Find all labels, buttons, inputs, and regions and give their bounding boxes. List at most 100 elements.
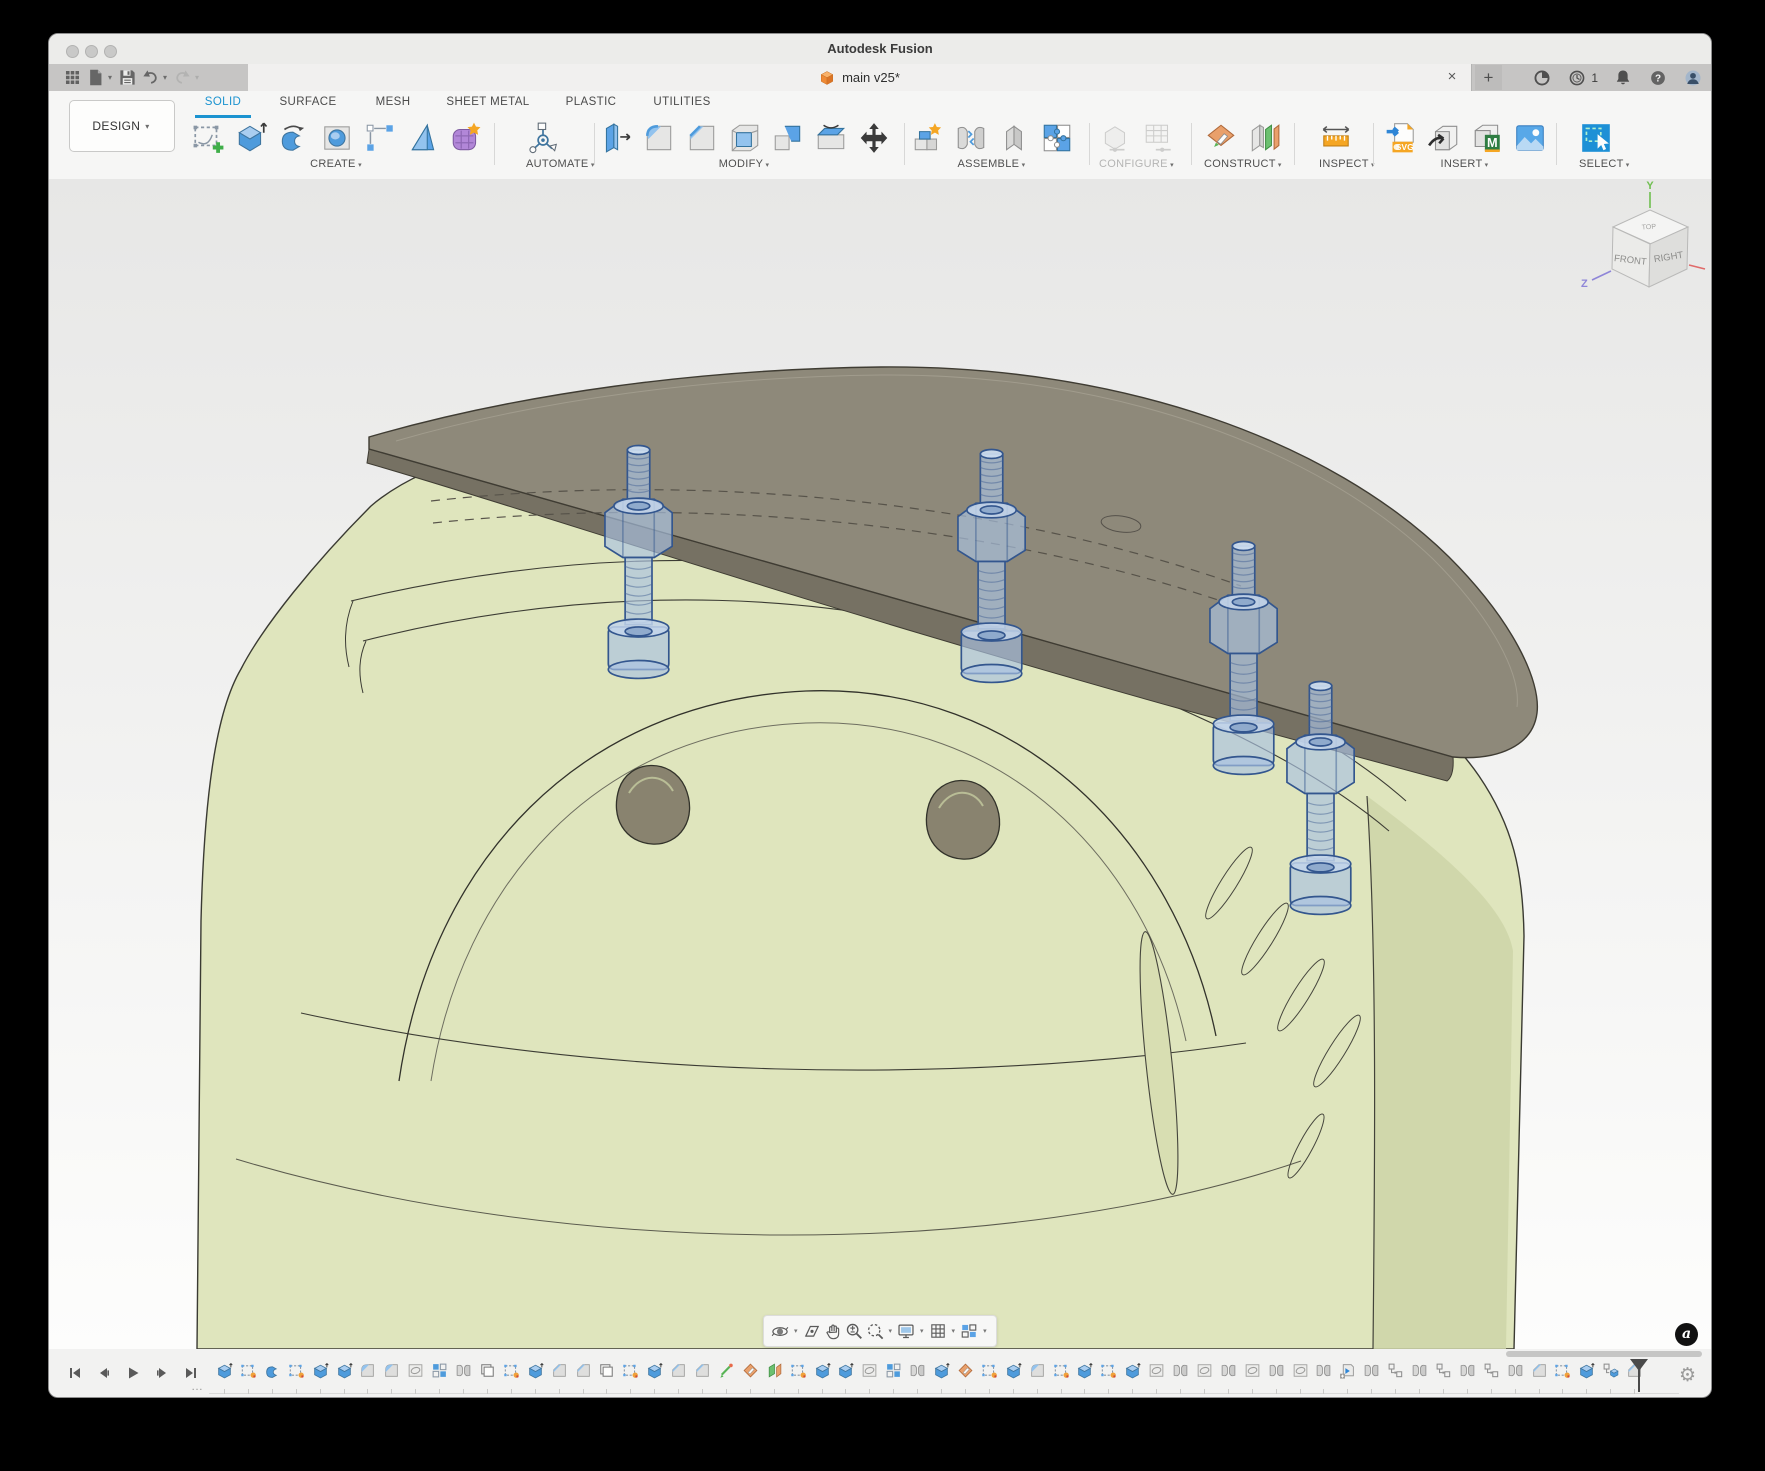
timeline-feature-extrude[interactable]	[1005, 1362, 1022, 1379]
split-body-icon[interactable]	[814, 121, 848, 155]
hole-icon[interactable]	[320, 121, 354, 155]
timeline-feature-joint[interactable]	[1315, 1362, 1332, 1379]
viewport-3d[interactable]: Y X Z TOP FRONT RIGHT ▾▾▾▾▾ a	[49, 179, 1712, 1349]
extrude-icon[interactable]	[234, 121, 268, 155]
timeline-feature-oval[interactable]	[1244, 1362, 1261, 1379]
go-to-start-button[interactable]	[67, 1365, 83, 1381]
timeline-feature-sketch[interactable]	[503, 1362, 520, 1379]
group-label-modify[interactable]: MODIFY ▾	[599, 158, 891, 170]
timeline-feature-copy[interactable]	[1435, 1362, 1452, 1379]
timeline-feature-joint[interactable]	[1268, 1362, 1285, 1379]
timeline-feature-extrude[interactable]	[1578, 1362, 1595, 1379]
automate-icon[interactable]	[526, 121, 560, 155]
timeline-feature-plane-green[interactable]	[766, 1362, 783, 1379]
chevron-down-icon[interactable]: ▾	[108, 73, 112, 82]
timeline-feature-oval[interactable]	[1196, 1362, 1213, 1379]
file-new-icon[interactable]	[86, 68, 105, 87]
timeline-feature-extrude[interactable]	[216, 1362, 233, 1379]
pan-icon[interactable]	[824, 1322, 842, 1340]
group-label-create[interactable]: CREATE ▾	[191, 158, 483, 170]
insert-svg-icon[interactable]	[1384, 121, 1418, 155]
group-label-construct[interactable]: CONSTRUCT ▾	[1204, 158, 1284, 170]
timeline-feature-pattern[interactable]	[885, 1362, 902, 1379]
timeline-feature-extrude[interactable]	[312, 1362, 329, 1379]
timeline-feature-extrude[interactable]	[646, 1362, 663, 1379]
ribbon-tab-solid[interactable]: SOLID	[205, 96, 242, 108]
timeline-feature-plane-orange[interactable]	[742, 1362, 759, 1379]
orbit-icon[interactable]	[771, 1322, 789, 1340]
press-pull-icon[interactable]	[599, 121, 633, 155]
assistant-button[interactable]: a	[1675, 1323, 1698, 1346]
timeline-feature-joint[interactable]	[1220, 1362, 1237, 1379]
revolve-icon[interactable]	[277, 121, 311, 155]
timeline-feature-chamfer[interactable]	[575, 1362, 592, 1379]
chevron-down-icon[interactable]: ▾	[163, 73, 167, 82]
cad-model[interactable]: Y X Z TOP FRONT RIGHT	[49, 179, 1712, 1349]
look-at-icon[interactable]	[803, 1322, 821, 1340]
tab-close-button[interactable]: ×	[1443, 68, 1461, 86]
ribbon-tab-sheet-metal[interactable]: SHEET METAL	[446, 96, 529, 108]
group-label-assemble[interactable]: ASSEMBLE ▾	[911, 158, 1074, 170]
step-forward-button[interactable]	[154, 1365, 170, 1381]
construction-plane-icon[interactable]	[1204, 121, 1238, 155]
timeline-feature-sketch[interactable]	[790, 1362, 807, 1379]
timeline-feature-chamfer[interactable]	[694, 1362, 711, 1379]
step-back-button[interactable]	[96, 1365, 112, 1381]
timeline-feature-joint[interactable]	[909, 1362, 926, 1379]
loft-icon[interactable]	[406, 121, 440, 155]
job-status-icon[interactable]	[1567, 68, 1587, 88]
ribbon-tab-mesh[interactable]: MESH	[376, 96, 411, 108]
configuration-table-icon[interactable]	[1142, 121, 1176, 155]
fillet-icon[interactable]	[642, 121, 676, 155]
zoom-icon[interactable]	[845, 1322, 863, 1340]
extensions-icon[interactable]	[1532, 68, 1552, 88]
timeline-feature-oval[interactable]	[407, 1362, 424, 1379]
save-icon[interactable]	[118, 68, 137, 87]
ribbon-tab-utilities[interactable]: UTILITIES	[653, 96, 710, 108]
insert-mcmaster-icon[interactable]	[1470, 121, 1504, 155]
timeline-feature-oval[interactable]	[861, 1362, 878, 1379]
timeline-settings-gear-icon[interactable]: ⚙	[1679, 1364, 1696, 1387]
ribbon-tab-plastic[interactable]: PLASTIC	[566, 96, 617, 108]
timeline-feature-green-sketch[interactable]	[718, 1362, 735, 1379]
timeline-feature-extrude[interactable]	[837, 1362, 854, 1379]
timeline-feature-joint[interactable]	[1507, 1362, 1524, 1379]
timeline-feature-sketch[interactable]	[1053, 1362, 1070, 1379]
group-label-inspect[interactable]: INSPECT ▾	[1319, 158, 1377, 170]
account-avatar[interactable]	[1683, 68, 1703, 88]
timeline-feature-sketch[interactable]	[622, 1362, 639, 1379]
timeline-feature-joint[interactable]	[1172, 1362, 1189, 1379]
chevron-down-icon[interactable]: ▾	[952, 1327, 956, 1335]
timeline-feature-plane-orange[interactable]	[957, 1362, 974, 1379]
viewports-icon[interactable]	[960, 1322, 978, 1340]
timeline-scrollbar[interactable]	[1506, 1351, 1702, 1357]
view-cube[interactable]: Y X Z TOP FRONT RIGHT	[1581, 180, 1712, 290]
play-button[interactable]	[125, 1365, 141, 1381]
configuration-icon[interactable]	[1099, 121, 1133, 155]
app-grid-icon[interactable]	[63, 68, 82, 87]
redo-icon[interactable]	[173, 68, 192, 87]
select-icon[interactable]	[1579, 121, 1613, 155]
timeline-feature-chamfer[interactable]	[670, 1362, 687, 1379]
timeline-feature-oval[interactable]	[1292, 1362, 1309, 1379]
chevron-down-icon[interactable]: ▾	[889, 1327, 893, 1335]
timeline-feature-sketch[interactable]	[1100, 1362, 1117, 1379]
timeline-feature-oval[interactable]	[1148, 1362, 1165, 1379]
timeline-feature-sketch[interactable]	[1554, 1362, 1571, 1379]
timeline-feature-chamfer[interactable]	[551, 1362, 568, 1379]
notifications-icon[interactable]	[1613, 68, 1633, 88]
fit-icon[interactable]	[866, 1322, 884, 1340]
timeline-feature-joint[interactable]	[1363, 1362, 1380, 1379]
help-icon[interactable]	[1648, 68, 1668, 88]
timeline-feature-copy[interactable]	[1387, 1362, 1404, 1379]
timeline-feature-extrude[interactable]	[1076, 1362, 1093, 1379]
group-label-insert[interactable]: INSERT ▾	[1384, 158, 1547, 170]
timeline-feature-extrude[interactable]	[1124, 1362, 1141, 1379]
interference-icon[interactable]	[1040, 121, 1074, 155]
timeline-feature-joint[interactable]	[1411, 1362, 1428, 1379]
new-tab-button[interactable]: +	[1475, 65, 1502, 90]
timeline-feature-extrude[interactable]	[933, 1362, 950, 1379]
timeline-feature-fillet[interactable]	[1029, 1362, 1046, 1379]
timeline-feature-joint[interactable]	[1459, 1362, 1476, 1379]
timeline-feature-fillet[interactable]	[383, 1362, 400, 1379]
